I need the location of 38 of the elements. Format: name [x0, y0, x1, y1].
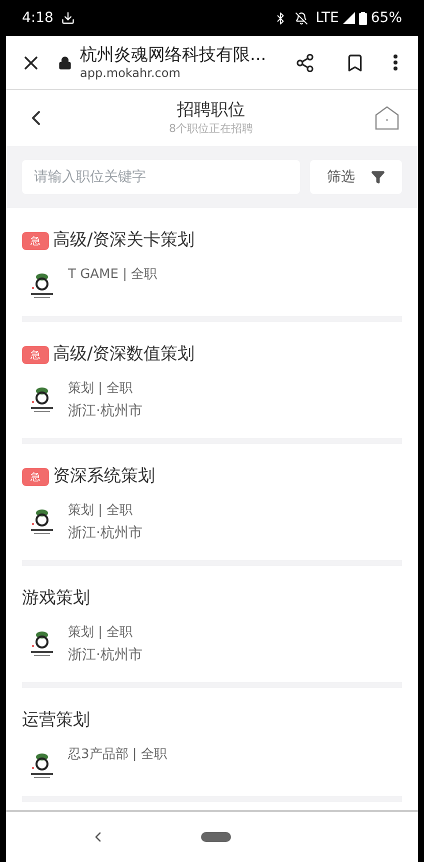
- more-icon: [393, 54, 398, 71]
- job-meta: 策划 | 全职: [68, 380, 134, 398]
- job-meta: 浙江·杭州市: [68, 524, 142, 543]
- job-meta: 忍3产品部 | 全职: [68, 746, 167, 764]
- job-title[interactable]: 高级/资深关卡策划: [53, 228, 195, 254]
- job-title[interactable]: 资深系统策划: [53, 464, 155, 490]
- battery-level: 65%: [370, 8, 402, 28]
- share-icon: [295, 52, 315, 72]
- home-pill-button[interactable]: [201, 832, 231, 842]
- lock-icon: [58, 56, 72, 70]
- job-title[interactable]: 游戏策划: [22, 586, 90, 612]
- job-meta: T GAME | 全职: [68, 266, 158, 284]
- filter-button[interactable]: 筛选: [310, 160, 402, 194]
- job-meta: 策划 | 全职: [68, 502, 134, 520]
- share-button[interactable]: [295, 52, 315, 72]
- job-title[interactable]: 运营策划: [22, 708, 90, 734]
- urgent-badge: 急: [22, 232, 49, 250]
- header-subtitle: 8个职位正在招聘: [169, 121, 253, 137]
- bell-off-icon: [294, 12, 308, 24]
- job-title[interactable]: 高级/资深数值策划: [53, 342, 195, 368]
- menu-button[interactable]: [393, 54, 398, 71]
- page-title: 杭州炎魂网络科技有限...: [80, 44, 268, 66]
- page-url: app.mokahr.com: [80, 66, 182, 81]
- filter-icon: [371, 170, 385, 184]
- search-field[interactable]: 请输入职位关键字: [22, 160, 300, 194]
- status-time: 4:18: [22, 8, 54, 28]
- job-meta: 浙江·杭州市: [68, 402, 142, 421]
- home-button[interactable]: [374, 105, 400, 131]
- download-icon: [61, 11, 76, 25]
- signal-icon: [342, 12, 355, 24]
- job-meta: 浙江·杭州市: [68, 646, 142, 665]
- home-icon: [374, 105, 400, 131]
- urgent-badge: 急: [22, 346, 49, 364]
- battery-icon: [358, 12, 367, 24]
- header-title: 招聘职位: [177, 99, 245, 121]
- job-meta: 策划 | 全职: [68, 624, 134, 642]
- network-type: LTE: [316, 8, 339, 28]
- urgent-badge: 急: [22, 468, 49, 486]
